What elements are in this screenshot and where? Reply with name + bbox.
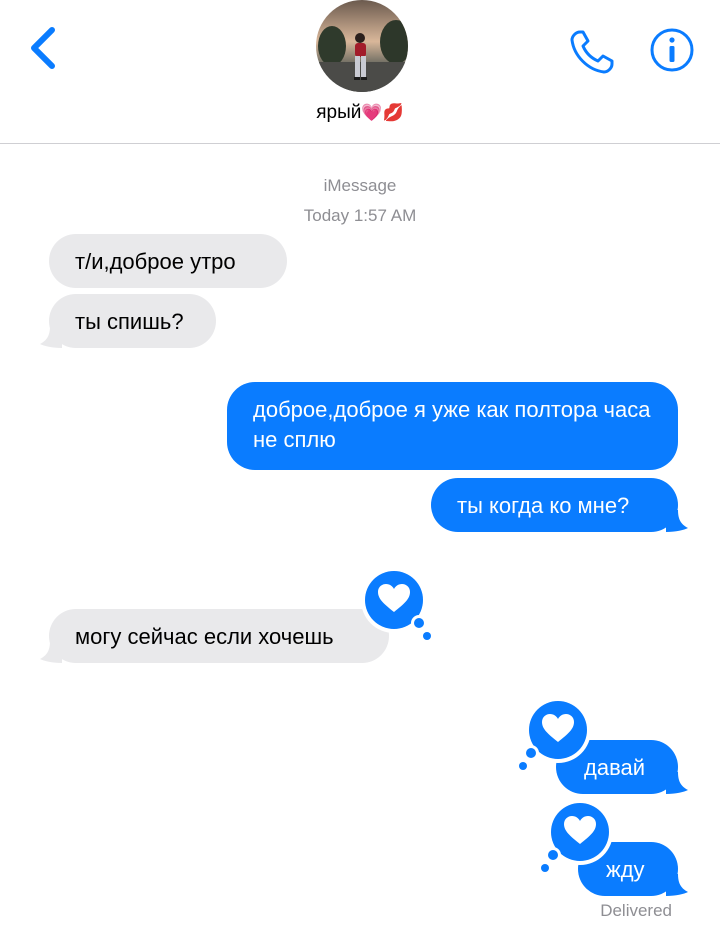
name-emojis: 💗💋 xyxy=(361,103,404,122)
bubble-tail xyxy=(40,326,62,348)
message-text: могу сейчас если хочешь xyxy=(75,624,334,649)
message-text: доброе,доброе я уже как полтора часа не … xyxy=(253,397,651,452)
avatar-photo xyxy=(316,0,408,92)
call-button[interactable] xyxy=(566,26,618,78)
bubble-tail xyxy=(666,874,688,896)
message-bubble-incoming[interactable]: могу сейчас если хочешь xyxy=(49,609,389,663)
timestamp: Today 1:57 AM xyxy=(303,206,417,225)
bubble-tail xyxy=(666,772,688,794)
phone-icon xyxy=(570,30,614,74)
heart-reaction[interactable] xyxy=(514,696,594,776)
service-label: iMessage xyxy=(323,176,397,195)
message-text: ты когда ко мне? xyxy=(457,493,630,518)
message-bubble-outgoing[interactable]: ты когда ко мне? xyxy=(431,478,678,532)
contact-name-text: ярый xyxy=(316,102,362,123)
bubble-tail xyxy=(666,510,688,532)
conversation-header: ярый💗💋 xyxy=(0,0,720,144)
message-text: т/и,доброе утро xyxy=(75,249,236,274)
heart-reaction[interactable] xyxy=(356,566,436,646)
contact-name[interactable]: ярый💗💋 xyxy=(0,102,720,124)
message-bubble-incoming[interactable]: ты спишь? xyxy=(49,294,216,348)
info-icon xyxy=(650,28,694,72)
chevron-left-icon xyxy=(31,27,55,69)
contact-avatar[interactable] xyxy=(316,0,408,92)
info-button[interactable] xyxy=(649,27,695,73)
delivery-status: Delivered xyxy=(600,901,672,920)
message-text: ты спишь? xyxy=(75,309,184,334)
message-bubble-outgoing[interactable]: доброе,доброе я уже как полтора часа не … xyxy=(227,382,678,470)
back-button[interactable] xyxy=(24,22,68,76)
bubble-tail xyxy=(40,641,62,663)
heart-reaction[interactable] xyxy=(536,798,616,878)
message-bubble-incoming[interactable]: т/и,доброе утро xyxy=(49,234,287,288)
